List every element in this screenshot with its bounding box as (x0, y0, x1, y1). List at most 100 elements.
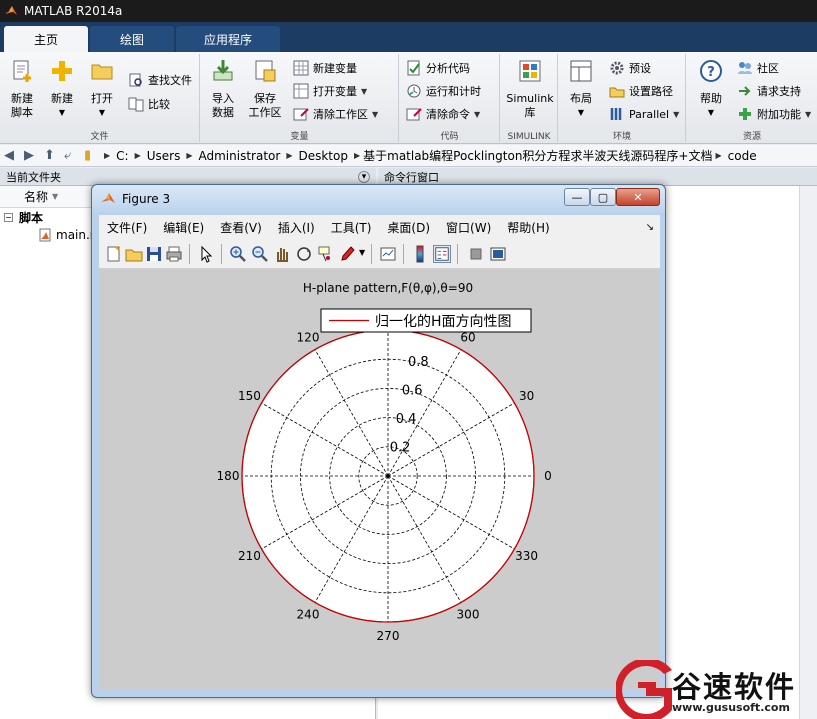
import-data-button[interactable]: 导入 数据 (205, 58, 241, 120)
chevron-down-icon[interactable]: ▼ (361, 87, 367, 96)
pan-hand-icon[interactable] (273, 245, 291, 263)
matlab-title-bar: MATLAB R2014a (0, 0, 817, 22)
new-button[interactable]: 新建 ▼ (44, 58, 80, 120)
back-arrow-icon[interactable]: ◀ (4, 148, 20, 163)
angle-tick-label: 30 (519, 389, 534, 403)
file-group-label: 文件 (90, 132, 109, 142)
vertical-scrollbar[interactable] (799, 186, 817, 719)
set-path-label: 设置路径 (629, 85, 673, 98)
layout-button[interactable]: 布局 ▼ (563, 58, 599, 120)
print-icon[interactable] (165, 245, 183, 263)
save-icon[interactable] (145, 245, 163, 263)
collapse-icon[interactable]: − (4, 212, 13, 222)
new-script-button[interactable]: 新建 脚本 (4, 58, 40, 120)
parallel-button[interactable]: Parallel ▼ (609, 104, 679, 124)
breadcrumb-item[interactable]: Users (147, 149, 181, 163)
run-and-time-button[interactable]: 运行和计时 (406, 81, 481, 101)
breadcrumb-item[interactable]: 基于matlab编程Pocklington积分方程求半波天线源码程序+文档 (363, 147, 712, 164)
tab-home[interactable]: 主页 (4, 26, 88, 52)
up-folder-icon[interactable]: ⬆ (44, 148, 60, 163)
analyze-code-label: 分析代码 (426, 62, 470, 75)
brush-icon[interactable] (339, 245, 357, 263)
add-ons-button[interactable]: 附加功能 ▼ (737, 104, 811, 124)
angle-tick-label: 150 (238, 389, 261, 403)
simulink-library-button[interactable]: Simulink 库 (505, 58, 555, 120)
figure-canvas[interactable]: 0306090120150180210240270300330 0.20.40.… (99, 269, 660, 690)
find-files-button[interactable]: 查找文件 (128, 70, 192, 90)
minimize-button[interactable]: — (564, 188, 590, 206)
command-window-title: 命令行窗口 (384, 170, 439, 184)
add-ons-icon (739, 108, 751, 120)
folder-icon (91, 64, 113, 80)
run-and-time-icon (407, 84, 421, 98)
menu-desktop[interactable]: 桌面(D) (387, 219, 430, 236)
request-support-label: 请求支持 (757, 85, 801, 98)
open-file-icon[interactable] (125, 245, 143, 263)
dock-arrow-icon[interactable]: ↘ (646, 222, 654, 233)
code-group-label: 代码 (440, 132, 459, 142)
breadcrumb-item[interactable]: C: (116, 149, 128, 163)
breadcrumb-separator: ▶ (104, 151, 111, 160)
data-cursor-icon[interactable] (317, 245, 335, 263)
clear-commands-button[interactable]: 清除命令 ▼ (406, 104, 480, 124)
show-plot-tools-icon[interactable] (489, 245, 507, 263)
menu-insert[interactable]: 插入(I) (278, 219, 315, 236)
breadcrumb-item[interactable]: code (728, 149, 757, 163)
rotate-3d-icon[interactable] (295, 245, 313, 263)
chevron-down-icon[interactable]: ▼ (372, 110, 378, 119)
tab-plots[interactable]: 绘图 (90, 26, 174, 52)
zoom-out-icon[interactable] (251, 245, 269, 263)
new-figure-icon[interactable] (105, 245, 123, 263)
toolbar-separator (457, 244, 458, 264)
matlab-logo-icon (5, 6, 17, 15)
request-support-button[interactable]: 请求支持 (737, 81, 801, 101)
set-path-button[interactable]: 设置路径 (609, 81, 673, 101)
menu-file[interactable]: 文件(F) (107, 219, 147, 236)
preferences-button[interactable]: 预设 (609, 58, 651, 78)
help-button[interactable]: ? 帮助 ▼ (693, 58, 729, 120)
find-files-icon (129, 73, 142, 87)
parallel-icon (610, 108, 622, 120)
polar-grid (241, 329, 535, 623)
brush-dropdown-icon[interactable]: ▼ (359, 248, 365, 257)
chart-legend[interactable]: 归一化的H面方向性图 (320, 308, 532, 333)
community-button[interactable]: 社区 (737, 58, 779, 78)
menu-window[interactable]: 窗口(W) (446, 219, 491, 236)
variable-group: 导入 数据 保存 工作区 新建变量 打开变量 ▼ 清除工作区 ▼ 变量 (201, 54, 399, 142)
angle-tick-label: 210 (238, 549, 261, 563)
chevron-down-icon[interactable]: ▼ (805, 110, 811, 119)
chevron-down-icon[interactable]: ▼ (474, 110, 480, 119)
watermark-text: 谷速软件 (672, 670, 797, 704)
save-workspace-button[interactable]: 保存 工作区 (247, 58, 283, 120)
open-variable-button[interactable]: 打开变量 ▼ (293, 81, 367, 101)
edit-plot-arrow-icon[interactable] (197, 245, 215, 263)
breadcrumb-item[interactable]: Desktop (298, 149, 348, 163)
name-column-label: 名称 (24, 190, 49, 204)
close-button[interactable]: ✕ (616, 188, 660, 206)
zoom-in-icon[interactable] (229, 245, 247, 263)
tree-group-label: 脚本 (19, 210, 44, 225)
analyze-code-button[interactable]: 分析代码 (406, 58, 470, 78)
compare-button[interactable]: 比较 (128, 94, 170, 114)
clear-workspace-button[interactable]: 清除工作区 ▼ (293, 104, 378, 124)
clear-commands-icon (406, 108, 422, 121)
m-file-icon (39, 228, 51, 242)
link-plot-icon[interactable] (379, 245, 397, 263)
menu-help[interactable]: 帮助(H) (507, 219, 549, 236)
open-button[interactable]: 打开 ▼ (84, 58, 120, 120)
maximize-button[interactable]: ▢ (590, 188, 616, 206)
set-path-icon (609, 87, 625, 98)
new-variable-button[interactable]: 新建变量 (293, 58, 357, 78)
forward-arrow-icon[interactable]: ▶ (24, 148, 40, 163)
menu-edit[interactable]: 编辑(E) (163, 219, 204, 236)
menu-tools[interactable]: 工具(T) (331, 219, 372, 236)
hide-plot-tools-icon[interactable] (467, 245, 485, 263)
insert-colorbar-icon[interactable] (411, 245, 429, 263)
menu-view[interactable]: 查看(V) (220, 219, 262, 236)
breadcrumb-item[interactable]: Administrator (199, 149, 281, 163)
browse-folder-icon[interactable]: ⤶ (64, 148, 80, 163)
insert-legend-icon[interactable] (433, 245, 451, 263)
tab-apps[interactable]: 应用程序 (176, 26, 280, 52)
panel-menu-icon[interactable]: ▾ (358, 170, 370, 183)
chevron-down-icon[interactable]: ▼ (673, 110, 679, 119)
